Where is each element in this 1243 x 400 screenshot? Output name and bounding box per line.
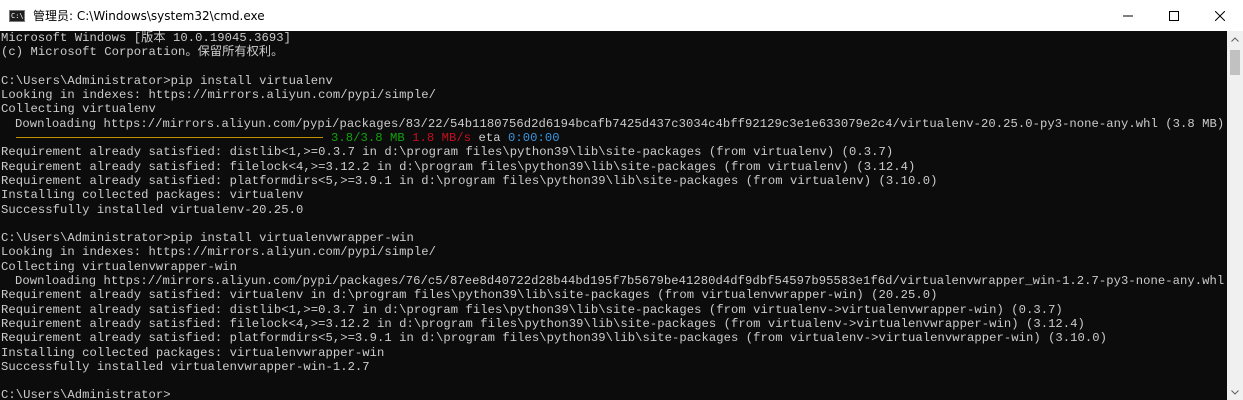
console-line: Requirement already satisfied: filelock<… (1, 159, 916, 174)
minimize-icon (1123, 15, 1133, 16)
console-line: Requirement already satisfied: platformd… (1, 331, 1108, 346)
progress-bar (16, 137, 323, 139)
console-line: Microsoft Windows [版本 10.0.19045.3693] (1, 31, 291, 45)
console-line: Successfully installed virtualenv-20.25.… (1, 202, 304, 217)
maximize-icon (1169, 10, 1179, 21)
console-line: Looking in indexes: https://mirrors.aliy… (1, 88, 437, 103)
console-output[interactable]: Microsoft Windows [版本 10.0.19045.3693] (… (0, 31, 1227, 400)
close-icon (1215, 10, 1225, 21)
progress-eta-label: eta (478, 131, 501, 146)
window-controls (1105, 0, 1243, 31)
console-line: Looking in indexes: https://mirrors.aliy… (1, 245, 437, 260)
command-prompt-line: C:\Users\Administrator>pip install virtu… (1, 73, 333, 88)
maximize-button[interactable] (1151, 0, 1197, 31)
chevron-down-icon (1231, 389, 1239, 395)
scroll-down-button[interactable] (1227, 384, 1243, 400)
chevron-up-icon (1231, 36, 1239, 42)
minimize-button[interactable] (1105, 0, 1151, 31)
scroll-thumb[interactable] (1230, 50, 1240, 75)
console-line: Requirement already satisfied: distlib<1… (1, 302, 1063, 317)
cmd-app-icon-text: C:\ (11, 11, 24, 20)
progress-eta: 0:00:00 (508, 131, 560, 146)
console-line: Requirement already satisfied: platformd… (1, 173, 938, 188)
download-line: Downloading https://mirrors.aliyun.com/p… (15, 116, 1225, 131)
vertical-scrollbar[interactable] (1227, 31, 1243, 400)
cmd-window: C:\ 管理员: C:\Windows\system32\cmd.exe Mic… (0, 0, 1243, 400)
progress-speed: 1.8 MB/s (412, 131, 472, 146)
window-title: 管理员: C:\Windows\system32\cmd.exe (33, 9, 265, 23)
cmd-app-icon[interactable]: C:\ (9, 9, 25, 22)
console-line: Requirement already satisfied: virtualen… (1, 288, 938, 303)
console-line: Successfully installed virtualenvwrapper… (1, 359, 370, 374)
download-line: Downloading https://mirrors.aliyun.com/p… (15, 274, 1227, 289)
console-line: Installing collected packages: virtualen… (1, 345, 385, 360)
console-line: Requirement already satisfied: distlib<1… (1, 145, 894, 160)
scroll-up-button[interactable] (1227, 31, 1243, 47)
console-line: Requirement already satisfied: filelock<… (1, 316, 1085, 331)
progress-size: 3.8/3.8 MB (331, 131, 405, 146)
console-line: Collecting virtualenv (1, 102, 156, 117)
command-prompt-line: C:\Users\Administrator>pip install virtu… (1, 231, 414, 246)
console-line: Installing collected packages: virtualen… (1, 188, 304, 203)
command-prompt-line: C:\Users\Administrator> (1, 388, 171, 400)
progress-line: 3.8/3.8 MB 1.8 MB/s eta 0:00:00 (1, 131, 1227, 145)
close-button[interactable] (1197, 0, 1243, 31)
title-bar[interactable]: C:\ 管理员: C:\Windows\system32\cmd.exe (0, 0, 1243, 32)
console-line: Collecting virtualenvwrapper-win (1, 259, 237, 274)
console-line: (c) Microsoft Corporation。保留所有权利。 (1, 45, 284, 60)
